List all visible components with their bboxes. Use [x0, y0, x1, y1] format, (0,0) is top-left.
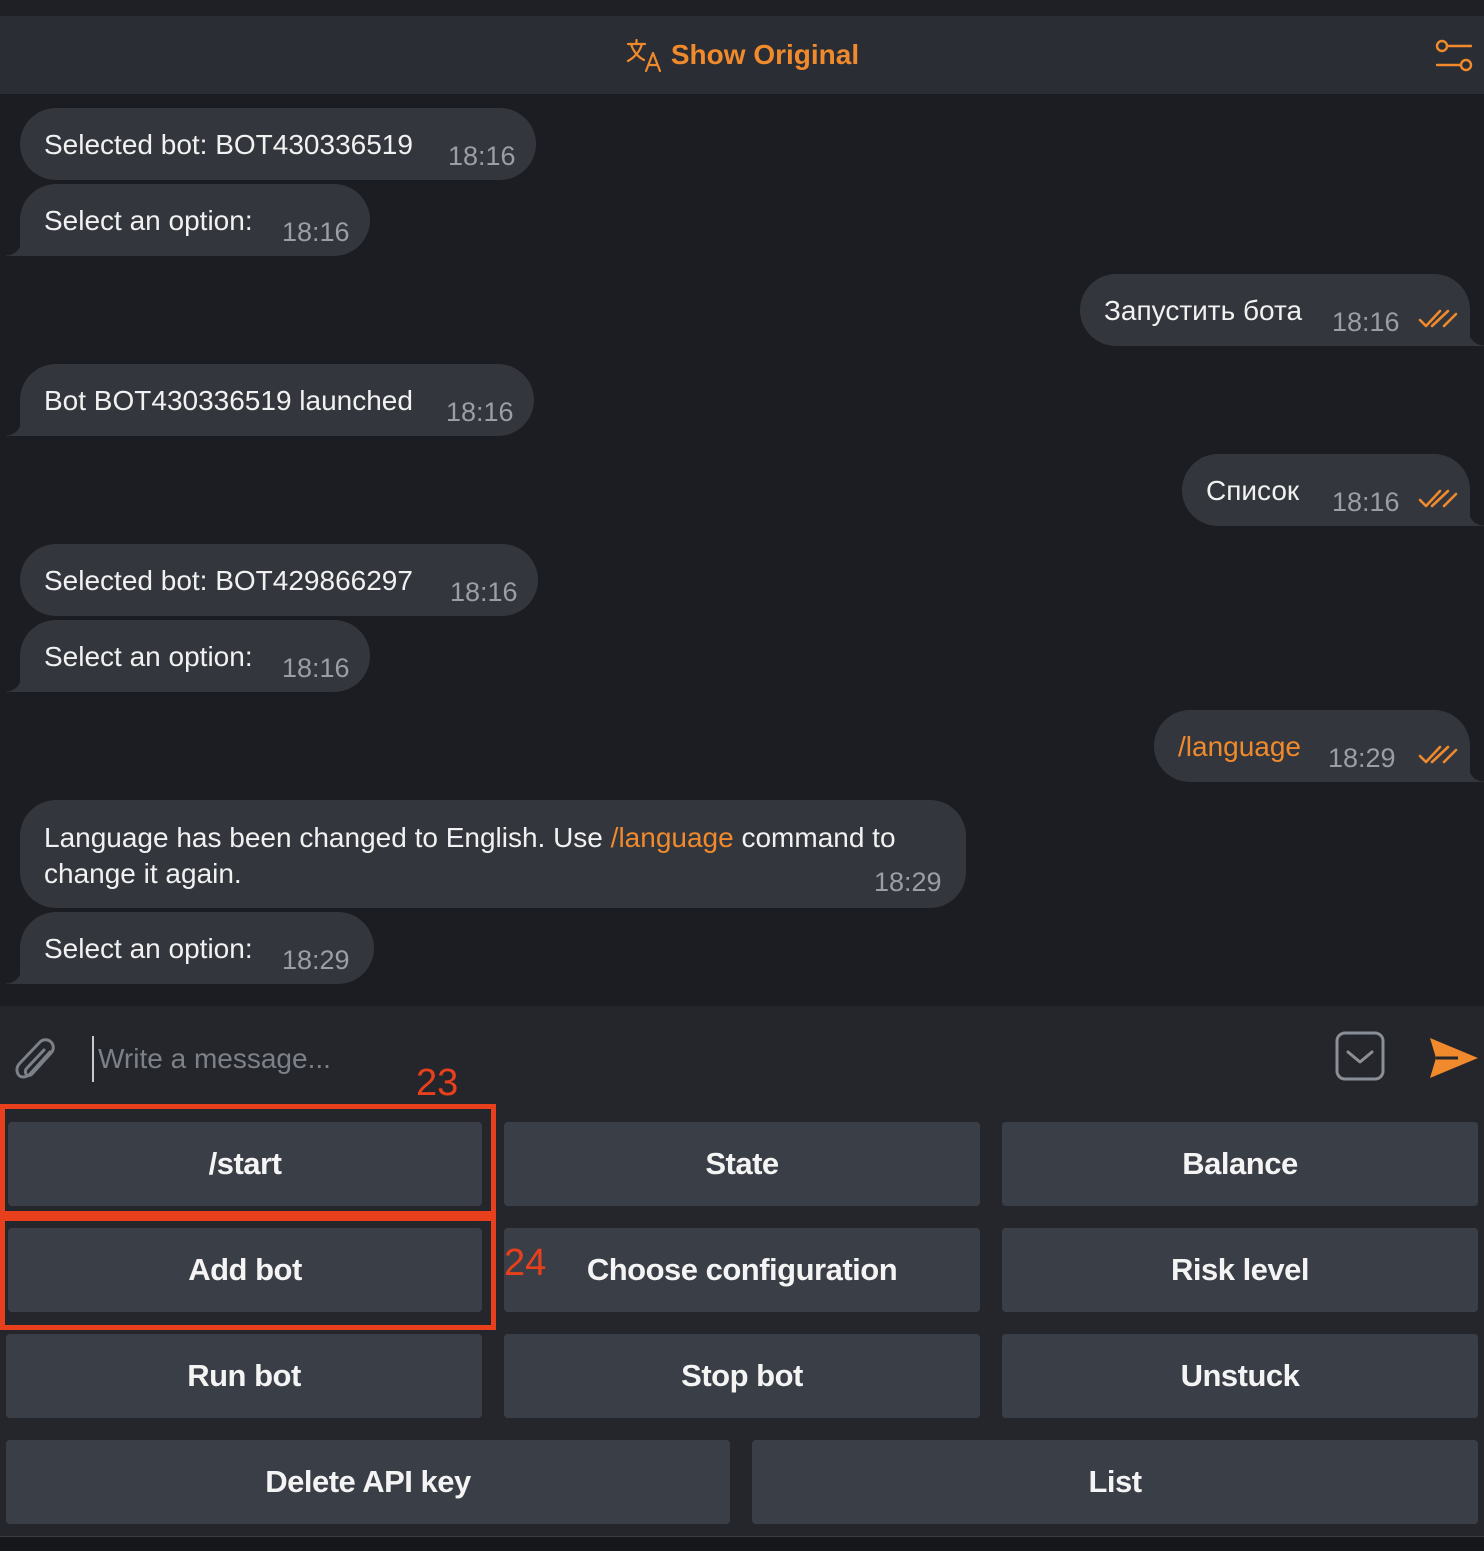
window-bottom-strip: [0, 1536, 1484, 1551]
window-top-strip: [0, 0, 1484, 16]
bot-keyboard-icon[interactable]: [1334, 1030, 1386, 1082]
message-time: 18:16: [446, 397, 514, 427]
message-text: Запустить бота: [1104, 295, 1303, 326]
message-time: 18:16: [282, 217, 350, 247]
keyboard-button-balance[interactable]: Balance: [1002, 1122, 1478, 1206]
message-time: 18:29: [874, 867, 942, 897]
bot-reply-keyboard: /start State Balance Add bot Choose conf…: [0, 1102, 1484, 1538]
keyboard-button-choose-configuration[interactable]: Choose configuration: [504, 1228, 980, 1312]
translate-icon: [626, 38, 661, 73]
show-original-button[interactable]: Show Original: [625, 35, 859, 75]
message-composer: [0, 1006, 1484, 1102]
read-checkmarks-icon: [1418, 745, 1458, 764]
command-link[interactable]: /language: [1178, 729, 1301, 765]
read-checkmarks-icon: [1418, 489, 1458, 508]
message-text: Select an option:: [44, 641, 253, 672]
keyboard-button-list[interactable]: List: [752, 1440, 1478, 1524]
message-input[interactable]: [92, 1036, 1300, 1082]
chat-header: Show Original: [0, 16, 1484, 94]
incoming-message: Bot BOT430336519 launched 18:16: [6, 364, 534, 436]
message-time: 18:29: [282, 945, 350, 975]
show-original-label: Show Original: [670, 39, 860, 70]
incoming-message: Language has been changed to English. Us…: [20, 800, 966, 908]
command-link[interactable]: /language: [611, 822, 734, 853]
message-time: 18:16: [448, 141, 516, 171]
incoming-message: Select an option: 18:29: [6, 912, 374, 984]
read-checkmarks-icon: [1418, 309, 1458, 328]
keyboard-button-risk-level[interactable]: Risk level: [1002, 1228, 1478, 1312]
incoming-message: Select an option: 18:16: [6, 184, 370, 256]
keyboard-button-delete-api-key[interactable]: Delete API key: [6, 1440, 730, 1524]
message-text: Bot BOT430336519 launched: [44, 385, 413, 416]
message-text: Select an option:: [44, 205, 253, 236]
message-list: Selected bot: BOT430336519 18:16 Select …: [0, 94, 1484, 1006]
message-text: Selected bot: BOT429866297: [44, 565, 413, 596]
send-icon[interactable]: [1428, 1034, 1480, 1082]
message-text-part: command to: [733, 822, 896, 853]
keyboard-button-start[interactable]: /start: [8, 1122, 482, 1206]
incoming-message: Selected bot: BOT429866297 18:16: [20, 544, 538, 616]
keyboard-button-add-bot[interactable]: Add bot: [8, 1228, 482, 1312]
annotation-label-24: 24: [504, 1242, 547, 1284]
message-text: Select an option:: [44, 933, 253, 964]
annotation-label-23: 23: [416, 1062, 459, 1104]
message-time: 18:16: [282, 653, 350, 683]
keyboard-button-unstuck[interactable]: Unstuck: [1002, 1334, 1478, 1418]
message-text-part: Language has been changed to English. Us…: [44, 822, 611, 853]
outgoing-message: /language 18:29: [1154, 710, 1484, 782]
outgoing-message: Запустить бота 18:16: [1080, 274, 1484, 346]
message-time: 18:16: [1332, 487, 1400, 517]
message-time: 18:16: [450, 577, 518, 607]
keyboard-button-state[interactable]: State: [504, 1122, 980, 1206]
message-text: Selected bot: BOT430336519: [44, 129, 413, 160]
paperclip-icon[interactable]: [14, 1038, 60, 1088]
incoming-message: Selected bot: BOT430336519 18:16: [20, 108, 536, 180]
keyboard-button-run-bot[interactable]: Run bot: [6, 1334, 482, 1418]
message-text: Language has been changed to English. Us…: [44, 820, 896, 856]
message-text: Список: [1206, 475, 1300, 506]
message-text-line2: change it again.: [44, 858, 242, 889]
keyboard-button-stop-bot[interactable]: Stop bot: [504, 1334, 980, 1418]
incoming-message: Select an option: 18:16: [6, 620, 370, 692]
message-time: 18:16: [1332, 307, 1400, 337]
sliders-icon[interactable]: [1434, 36, 1474, 76]
outgoing-message: Список 18:16: [1182, 454, 1484, 526]
message-time: 18:29: [1328, 743, 1396, 773]
